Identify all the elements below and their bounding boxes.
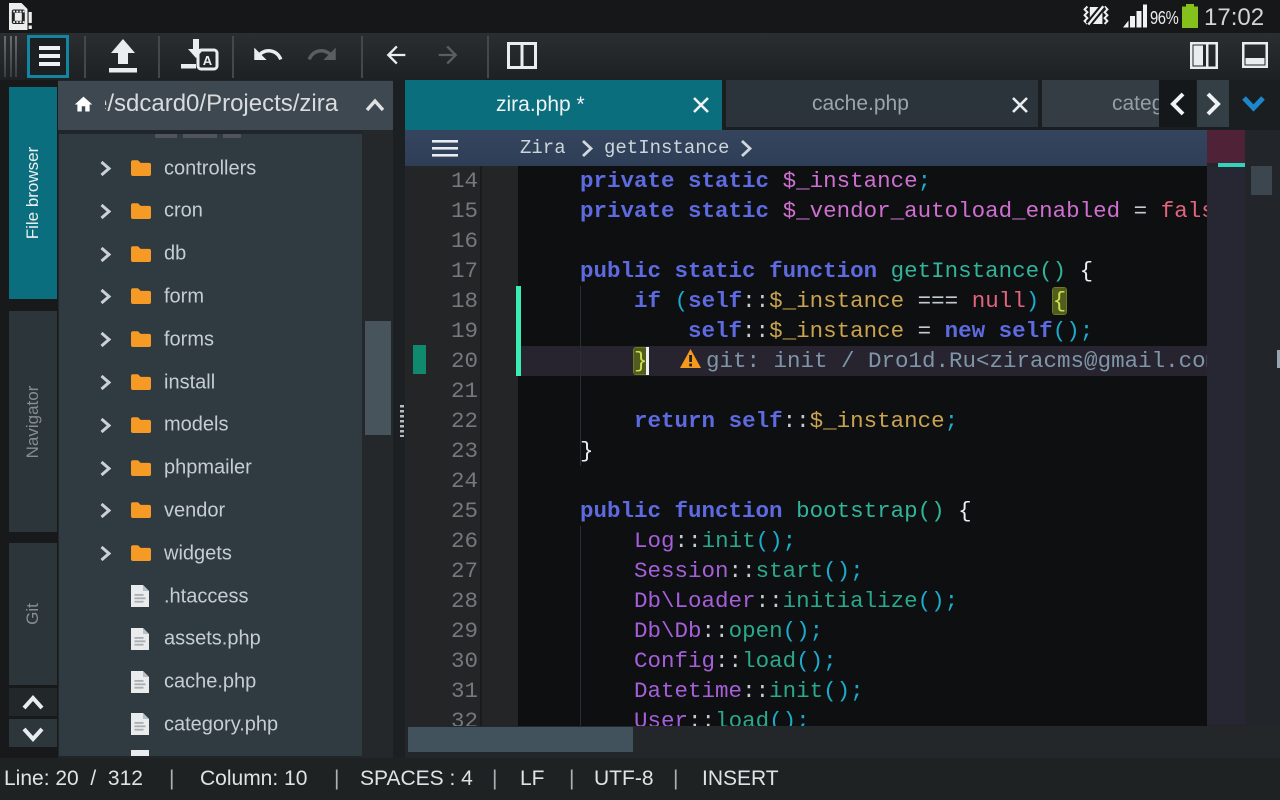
- svg-text:A: A: [203, 53, 213, 68]
